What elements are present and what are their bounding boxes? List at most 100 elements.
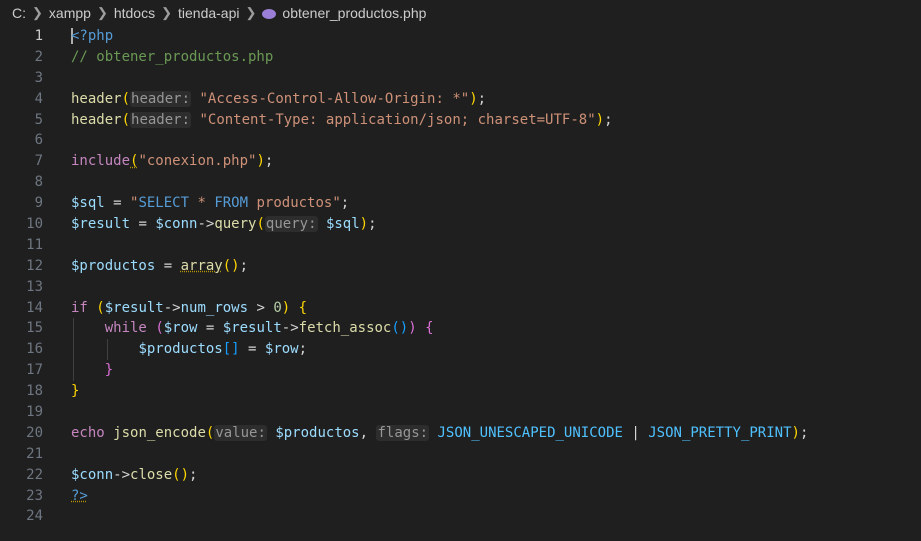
code-line[interactable]: 10 $result = $conn->query(query: $sql); bbox=[0, 214, 921, 235]
code-token: = bbox=[155, 257, 181, 274]
code-text: include("conexion.php"); bbox=[71, 151, 273, 172]
inlay-hint: flags: bbox=[376, 424, 430, 441]
line-number: 18 bbox=[26, 383, 43, 400]
line-number: 15 bbox=[26, 320, 43, 337]
line-number: 3 bbox=[34, 69, 43, 86]
line-number: 10 bbox=[26, 216, 43, 233]
line-number: 19 bbox=[26, 404, 43, 421]
breadcrumb-item-file[interactable]: obtener_productos.php bbox=[282, 5, 426, 21]
breadcrumb-item-drive[interactable]: C: bbox=[12, 5, 26, 21]
code-token: ; bbox=[264, 153, 274, 170]
code-token: ( bbox=[256, 216, 265, 233]
breadcrumb-item-htdocs[interactable]: htdocs bbox=[114, 5, 155, 21]
code-token: json_encode bbox=[113, 424, 206, 441]
breadcrumb-item-tienda-api[interactable]: tienda-api bbox=[178, 5, 240, 21]
code-token: num_rows bbox=[180, 299, 249, 316]
code-line[interactable]: 1 <?php bbox=[0, 26, 921, 47]
code-token: () bbox=[222, 257, 240, 274]
code-token: , bbox=[359, 424, 377, 441]
code-token: include bbox=[71, 153, 131, 170]
code-token: $row bbox=[163, 320, 198, 337]
code-token: $result bbox=[104, 299, 164, 316]
line-number: 5 bbox=[34, 111, 43, 128]
code-token: 0 bbox=[273, 299, 282, 316]
code-line[interactable]: 3 bbox=[0, 68, 921, 89]
code-text: <?php bbox=[71, 26, 113, 47]
code-token: * bbox=[189, 195, 215, 212]
code-token: ; bbox=[368, 216, 377, 233]
code-token: ( bbox=[121, 111, 131, 128]
line-number: 4 bbox=[34, 90, 43, 107]
code-token: -> bbox=[281, 320, 299, 337]
code-line[interactable]: 11 bbox=[0, 235, 921, 256]
code-token: | bbox=[622, 424, 649, 441]
code-token: ; bbox=[189, 466, 198, 483]
code-line[interactable]: 15 while ($row = $result->fetch_assoc())… bbox=[0, 318, 921, 340]
code-line[interactable]: 5 header(header: "Content-Type: applicati… bbox=[0, 110, 921, 131]
code-token: () bbox=[391, 320, 409, 337]
code-line[interactable]: 24 bbox=[0, 506, 921, 527]
inlay-hint: query: bbox=[264, 216, 318, 233]
code-token: $productos bbox=[71, 257, 156, 274]
code-token: $productos bbox=[275, 424, 360, 441]
code-text: ?> bbox=[71, 486, 88, 507]
inlay-hint: header: bbox=[130, 111, 192, 128]
code-line[interactable]: 2 // obtener_productos.php bbox=[0, 47, 921, 68]
inlay-hint: value: bbox=[214, 424, 267, 441]
chevron-right-icon: ❯ bbox=[32, 5, 43, 20]
code-line[interactable]: 19 bbox=[0, 402, 921, 423]
code-line[interactable]: 4 header(header: "Access-Control-Allow-Or… bbox=[0, 89, 921, 110]
breadcrumb: C: ❯ xampp ❯ htdocs ❯ tienda-api ❯ obten… bbox=[0, 0, 921, 26]
code-text: // obtener_productos.php bbox=[71, 47, 273, 68]
code-text: if ($result->num_rows > 0) { bbox=[71, 298, 307, 319]
code-token: "conexion.php" bbox=[138, 153, 257, 170]
code-line[interactable]: 20 echo json_encode(value: $productos, fl… bbox=[0, 423, 921, 444]
code-token: $row bbox=[264, 341, 299, 358]
code-token: "Content-Type: application/json; charset… bbox=[199, 111, 596, 128]
code-token: -> bbox=[163, 299, 181, 316]
code-line[interactable]: 6 bbox=[0, 130, 921, 151]
chevron-right-icon: ❯ bbox=[161, 5, 172, 20]
code-token: productos" bbox=[248, 195, 341, 212]
code-token: JSON_UNESCAPED_UNICODE bbox=[437, 424, 623, 441]
code-line[interactable]: 9 $sql = "SELECT * FROM productos"; bbox=[0, 193, 921, 214]
code-token: header bbox=[71, 111, 122, 128]
line-number: 21 bbox=[26, 445, 43, 462]
breadcrumb-item-xampp[interactable]: xampp bbox=[49, 5, 91, 21]
code-token: ; bbox=[799, 424, 809, 441]
code-line[interactable]: 16 $productos[] = $row; bbox=[0, 339, 921, 361]
code-line[interactable]: 7 include("conexion.php"); bbox=[0, 151, 921, 172]
code-token: header bbox=[71, 90, 122, 107]
code-token: $result bbox=[71, 216, 131, 233]
code-line[interactable]: 13 bbox=[0, 277, 921, 298]
code-token: ; bbox=[239, 257, 249, 274]
code-token: JSON_PRETTY_PRINT bbox=[648, 424, 792, 441]
line-number: 17 bbox=[26, 362, 43, 379]
code-token: $productos bbox=[138, 341, 223, 358]
code-token: echo bbox=[71, 424, 105, 441]
code-text: header(header: "Content-Type: applicatio… bbox=[71, 110, 613, 131]
code-token: if bbox=[71, 299, 88, 316]
code-token: = bbox=[197, 320, 223, 337]
code-line[interactable]: 8 bbox=[0, 172, 921, 193]
code-line[interactable]: 23 ?> bbox=[0, 486, 921, 507]
code-line[interactable]: 18} bbox=[0, 381, 921, 402]
code-editor[interactable]: 1 <?php 2// obtener_productos.php 3 4 header(… bbox=[0, 26, 921, 541]
code-line[interactable]: 21 bbox=[0, 444, 921, 465]
code-token: = bbox=[239, 341, 265, 358]
code-line[interactable]: 12 $productos = array(); bbox=[0, 256, 921, 277]
code-line[interactable]: 14 if ($result->num_rows > 0) { bbox=[0, 298, 921, 319]
line-number: 11 bbox=[26, 236, 43, 253]
code-token: ) bbox=[408, 320, 417, 337]
line-number: 14 bbox=[26, 299, 43, 316]
code-line[interactable]: 22 $conn->close(); bbox=[0, 465, 921, 486]
code-line[interactable]: 17 } bbox=[0, 360, 921, 382]
code-token: ; bbox=[604, 111, 613, 128]
code-token: = bbox=[130, 216, 156, 233]
code-text: $sql = "SELECT * FROM productos"; bbox=[71, 193, 349, 214]
